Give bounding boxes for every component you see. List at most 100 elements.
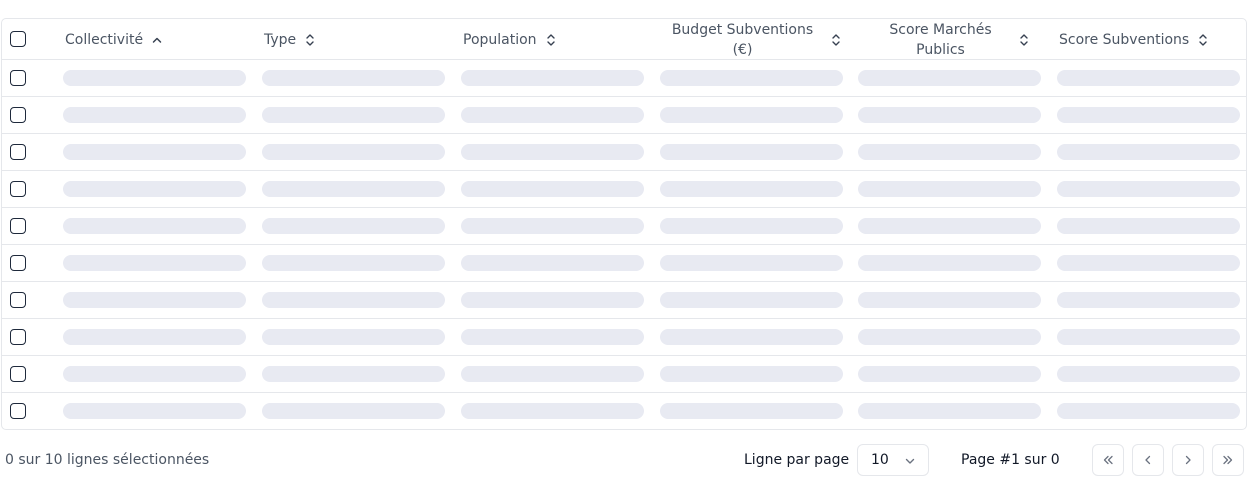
cell-skeleton-placeholder <box>262 70 445 86</box>
cell-skeleton-placeholder <box>858 403 1041 419</box>
cell-skeleton-placeholder <box>858 329 1041 345</box>
select-all-checkbox[interactable] <box>10 31 26 47</box>
cell-skeleton-placeholder <box>1057 144 1240 160</box>
table-row <box>2 356 1246 393</box>
sort-unsorted-icon <box>306 33 314 46</box>
row-select-checkbox[interactable] <box>10 218 26 234</box>
cell-skeleton-placeholder <box>1057 107 1240 123</box>
chevron-down-icon <box>905 458 915 464</box>
sort-unsorted-icon <box>831 33 840 46</box>
cell-skeleton-placeholder <box>660 107 843 123</box>
chevrons-left-icon <box>1103 455 1113 465</box>
cell-skeleton-placeholder <box>262 218 445 234</box>
cell-skeleton-placeholder <box>858 181 1041 197</box>
cell-skeleton-placeholder <box>63 292 246 308</box>
row-select-checkbox[interactable] <box>10 403 26 419</box>
table-row <box>2 60 1246 97</box>
table-row <box>2 282 1246 319</box>
column-header-label: Collectivité <box>65 31 144 48</box>
chevron-left-icon <box>1145 455 1151 465</box>
cell-skeleton-placeholder <box>63 255 246 271</box>
cell-skeleton-placeholder <box>660 403 843 419</box>
row-select-checkbox[interactable] <box>10 70 26 86</box>
row-select-checkbox[interactable] <box>10 144 26 160</box>
page-info-text: Page #1 sur 0 <box>961 452 1060 468</box>
chevrons-right-icon <box>1223 455 1233 465</box>
cell-skeleton-placeholder <box>63 366 246 382</box>
chevron-right-icon <box>1185 455 1191 465</box>
cell-skeleton-placeholder <box>461 218 644 234</box>
cell-skeleton-placeholder <box>1057 403 1240 419</box>
table-header-row: Collectivité Type Population Budget Subv… <box>2 19 1246 60</box>
cell-skeleton-placeholder <box>461 70 644 86</box>
column-header-budget-subventions[interactable]: Budget Subventions (€) <box>662 19 847 60</box>
cell-skeleton-placeholder <box>1057 329 1240 345</box>
cell-skeleton-placeholder <box>63 403 246 419</box>
cell-skeleton-placeholder <box>461 255 644 271</box>
column-header-population[interactable]: Population <box>463 19 648 60</box>
cell-skeleton-placeholder <box>660 329 843 345</box>
cell-skeleton-placeholder <box>660 218 843 234</box>
table-row <box>2 245 1246 282</box>
cell-skeleton-placeholder <box>660 144 843 160</box>
cell-skeleton-placeholder <box>1057 70 1240 86</box>
last-page-button[interactable] <box>1212 444 1244 476</box>
previous-page-button[interactable] <box>1132 444 1164 476</box>
cell-skeleton-placeholder <box>660 255 843 271</box>
cell-skeleton-placeholder <box>858 70 1041 86</box>
cell-skeleton-placeholder <box>262 403 445 419</box>
cell-skeleton-placeholder <box>262 366 445 382</box>
cell-skeleton-placeholder <box>858 218 1041 234</box>
cell-skeleton-placeholder <box>660 181 843 197</box>
cell-skeleton-placeholder <box>63 144 246 160</box>
sort-unsorted-icon <box>546 33 555 46</box>
cell-skeleton-placeholder <box>660 292 843 308</box>
cell-skeleton-placeholder <box>660 70 843 86</box>
cell-skeleton-placeholder <box>1057 181 1240 197</box>
table-row <box>2 208 1246 245</box>
cell-skeleton-placeholder <box>1057 255 1240 271</box>
rows-per-page-label: Ligne par page <box>744 452 850 468</box>
cell-skeleton-placeholder <box>461 181 644 197</box>
cell-skeleton-placeholder <box>1057 366 1240 382</box>
table-row <box>2 319 1246 356</box>
first-page-button[interactable] <box>1092 444 1124 476</box>
row-select-checkbox[interactable] <box>10 181 26 197</box>
cell-skeleton-placeholder <box>1057 292 1240 308</box>
cell-skeleton-placeholder <box>461 144 644 160</box>
column-header-type[interactable]: Type <box>264 19 449 60</box>
column-header-score-subventions[interactable]: Score Subventions <box>1059 19 1244 60</box>
column-header-collectivite[interactable]: Collectivité <box>65 19 250 60</box>
selection-count-text: 0 sur 10 lignes sélectionnées <box>5 452 210 468</box>
column-header-score-marches-publics[interactable]: Score Marchés Publics <box>860 19 1045 60</box>
cell-skeleton-placeholder <box>262 329 445 345</box>
cell-skeleton-placeholder <box>858 366 1041 382</box>
row-select-checkbox[interactable] <box>10 107 26 123</box>
sort-ascending-icon <box>152 37 162 43</box>
table-row <box>2 171 1246 208</box>
cell-skeleton-placeholder <box>461 403 644 419</box>
cell-skeleton-placeholder <box>461 107 644 123</box>
row-select-checkbox[interactable] <box>10 292 26 308</box>
table-row <box>2 393 1246 429</box>
cell-skeleton-placeholder <box>262 144 445 160</box>
rows-per-page-select[interactable]: 10 <box>857 444 929 476</box>
column-header-label: Type <box>264 31 297 48</box>
cell-skeleton-placeholder <box>63 181 246 197</box>
table-row <box>2 134 1246 171</box>
cell-skeleton-placeholder <box>262 255 445 271</box>
column-header-label: Score Subventions <box>1059 31 1190 48</box>
cell-skeleton-placeholder <box>461 329 644 345</box>
cell-skeleton-placeholder <box>262 181 445 197</box>
cell-skeleton-placeholder <box>262 292 445 308</box>
next-page-button[interactable] <box>1172 444 1204 476</box>
cell-skeleton-placeholder <box>461 366 644 382</box>
data-table: Collectivité Type Population Budget Subv… <box>1 18 1247 430</box>
cell-skeleton-placeholder <box>858 107 1041 123</box>
cell-skeleton-placeholder <box>660 366 843 382</box>
row-select-checkbox[interactable] <box>10 255 26 271</box>
row-select-checkbox[interactable] <box>10 329 26 345</box>
cell-skeleton-placeholder <box>461 292 644 308</box>
cell-skeleton-placeholder <box>1057 218 1240 234</box>
row-select-checkbox[interactable] <box>10 366 26 382</box>
